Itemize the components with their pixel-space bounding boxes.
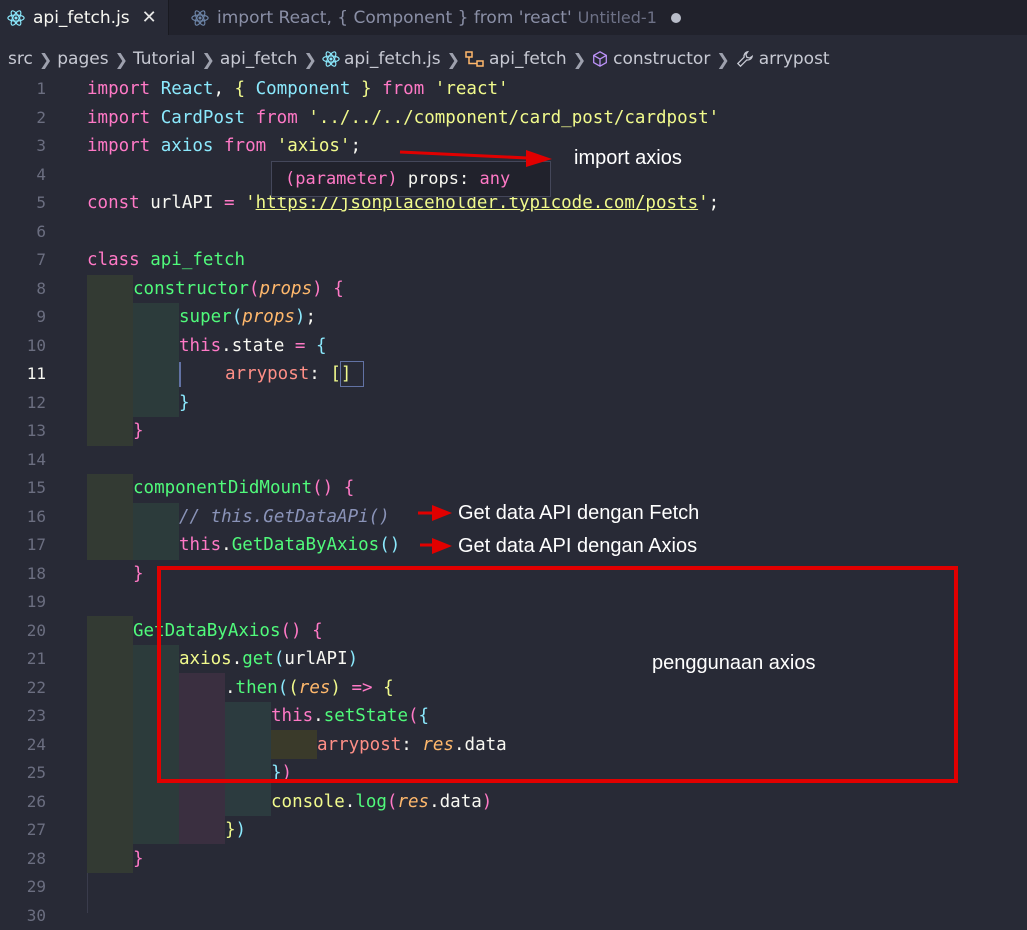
annotation-usage: penggunaan axios [652, 652, 815, 675]
annotation-arrows [0, 0, 1027, 913]
arrow-import-axios [400, 150, 552, 167]
arrow-axios [420, 538, 452, 554]
annotation-axios: Get data API dengan Axios [458, 535, 697, 558]
annotation-import-axios: import axios [574, 147, 682, 170]
annotation-fetch: Get data API dengan Fetch [458, 502, 699, 525]
arrow-fetch [418, 505, 452, 521]
